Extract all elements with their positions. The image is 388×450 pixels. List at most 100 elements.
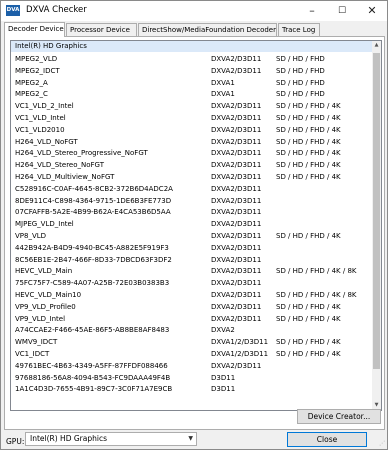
api-version: DXVA2/D3D11 (211, 267, 262, 276)
resolution-support: SD / HD / FHD / 4K / 8K (276, 267, 357, 276)
table-row[interactable]: VC1_VLD2010 DXVA2/D3D11 SD / HD / FHD / 4K (11, 125, 373, 137)
gpu-select[interactable]: Intel(R) HD Graphics ▼ (25, 432, 197, 446)
api-version: DXVA2/D3D11 (211, 125, 262, 134)
table-row[interactable]: MJPEG_VLD_Intel DXVA2/D3D11 (11, 219, 373, 231)
table-row[interactable]: VC1_IDCT DXVA1/2/D3D11 SD / HD / FHD / 4K (11, 349, 373, 361)
api-version: DXVA2/D3D11 (211, 361, 262, 370)
table-row[interactable]: WMV9_IDCT DXVA1/2/D3D11 SD / HD / FHD / 4K (11, 337, 373, 349)
resolution-support: SD / HD / FHD / 4K (276, 302, 341, 311)
table-row[interactable]: H264_VLD_NoFGT DXVA2/D3D11 SD / HD / FHD /… (11, 137, 373, 149)
table-row[interactable]: 75FC75F7-C589-4A07-A25B-72E03B0383B3 DXVA… (11, 278, 373, 290)
table-row[interactable]: A74CCAE2-F466-45AE-86F5-AB8BE8AF8483 DXVA… (11, 325, 373, 337)
table-row[interactable]: VC1_VLD_Intel DXVA2/D3D11 SD / HD / FHD / … (11, 113, 373, 125)
decoder-rows: MPEG2_VLD DXVA2/D3D11 SD / HD / FHD MPEG2_I… (11, 54, 373, 396)
resolution-support: SD / HD / FHD / 4K (276, 137, 341, 146)
decoder-name: H264_VLD_NoFGT (15, 137, 78, 146)
decoder-name: 49761BEC-4B63-4349-A5FF-87FFDF088466 (15, 361, 168, 370)
decoder-name: 97688186-56A8-4094-B543-FC9DAAA49F4B (15, 373, 171, 382)
resolution-support: SD / HD / FHD / 4K (276, 314, 341, 323)
decoder-name: VC1_VLD_Intel (15, 113, 66, 122)
tab-decoder-device[interactable]: Decoder Device (4, 22, 65, 37)
api-version: DXVA2/D3D11 (211, 255, 262, 264)
decoder-name: VP9_VLD_Profile0 (15, 302, 76, 311)
api-version: DXVA2/D3D11 (211, 196, 262, 205)
decoder-name: WMV9_IDCT (15, 338, 58, 347)
resolution-support: SD / HD / FHD (276, 90, 325, 99)
resolution-support: SD / HD / FHD / 4K / 8K (276, 290, 357, 299)
tab-processor-device[interactable]: Processor Device (66, 23, 137, 36)
table-row[interactable]: VP9_VLD_Intel DXVA2/D3D11 SD / HD / FHD / … (11, 314, 373, 326)
resize-grip-icon[interactable]: ⋰ (379, 440, 385, 447)
resolution-support: SD / HD / FHD (276, 66, 325, 75)
close-button[interactable]: Close (287, 432, 367, 447)
decoder-name: VC1_IDCT (15, 349, 50, 358)
maximize-button[interactable]: ☐ (327, 1, 357, 21)
decoder-name: MPEG2_VLD (15, 55, 58, 63)
table-row[interactable]: H264_VLD_Stereo_NoFGT DXVA2/D3D11 SD / HD … (11, 160, 373, 172)
table-row[interactable]: VC1_VLD_2_Intel DXVA2/D3D11 SD / HD / FHD … (11, 101, 373, 113)
scrollbar-thumb[interactable] (373, 53, 380, 369)
decoder-name: 75FC75F7-C589-4A07-A25B-72E03B0383B3 (15, 279, 170, 288)
gpu-select-value: Intel(R) HD Graphics (30, 434, 107, 443)
resolution-support: SD / HD / FHD / 4K (276, 231, 341, 240)
table-row[interactable]: MPEG2_IDCT DXVA2/D3D11 SD / HD / FHD (11, 66, 373, 78)
table-row[interactable]: 442B942A-B4D9-4940-BC45-A882E5F919F3 DXVA… (11, 243, 373, 255)
api-version: DXVA1/2/D3D11 (211, 349, 269, 358)
decoder-name: VC1_VLD2010 (15, 125, 65, 134)
resolution-support: SD / HD / FHD (276, 78, 325, 87)
vertical-scrollbar[interactable]: ▲ ▼ (372, 41, 381, 410)
table-row[interactable]: MPEG2_VLD DXVA2/D3D11 SD / HD / FHD (11, 54, 373, 66)
decoder-name: H264_VLD_Stereo_NoFGT (15, 161, 105, 170)
decoder-name: MPEG2_C (15, 90, 48, 99)
decoder-device-panel: Intel(R) HD Graphics MPEG2_VLD DXVA2/D3D1… (4, 36, 385, 430)
api-version: DXVA2/D3D11 (211, 55, 262, 63)
device-creator-button[interactable]: Device Creator... (297, 409, 381, 424)
table-row[interactable]: VP8_VLD DXVA2/D3D11 SD / HD / FHD / 4K (11, 231, 373, 243)
close-window-button[interactable]: ✕ (357, 1, 387, 21)
table-row[interactable]: 1A1C4D3D-7655-4B91-89C7-3C0F71A7E9CB D3D1… (11, 384, 373, 396)
chevron-down-icon: ▼ (188, 435, 193, 442)
decoder-list[interactable]: Intel(R) HD Graphics MPEG2_VLD DXVA2/D3D1… (10, 40, 382, 411)
group-header: Intel(R) HD Graphics (11, 41, 373, 52)
window-title: DXVA Checker (26, 5, 87, 15)
resolution-support: SD / HD / FHD / 4K (276, 149, 341, 158)
decoder-name: 1A1C4D3D-7655-4B91-89C7-3C0F71A7E9CB (15, 385, 173, 394)
decoder-name: H264_VLD_Stereo_Progressive_NoFGT (15, 149, 148, 158)
api-version: DXVA2/D3D11 (211, 279, 262, 288)
table-row[interactable]: MPEG2_C DXVA1 SD / HD / FHD (11, 89, 373, 101)
decoder-name: 442B942A-B4D9-4940-BC45-A882E5F919F3 (15, 243, 169, 252)
minimize-button[interactable]: – (297, 1, 327, 21)
gpu-label: GPU: (6, 437, 25, 446)
api-version: DXVA1 (211, 90, 235, 99)
decoder-name: VP8_VLD (15, 231, 47, 240)
resolution-support: SD / HD / FHD / 4K (276, 113, 341, 122)
api-version: DXVA2/D3D11 (211, 302, 262, 311)
table-row[interactable]: 97688186-56A8-4094-B543-FC9DAAA49F4B D3D1… (11, 373, 373, 385)
decoder-name: A74CCAE2-F466-45AE-86F5-AB8BE8AF8483 (15, 326, 170, 335)
tab-directshow-mediafoundation-decoder[interactable]: DirectShow/MediaFoundation Decoder (138, 23, 277, 36)
decoder-name: C528916C-C0AF-4645-8CB2-372B6D4ADC2A (15, 184, 173, 193)
table-row[interactable]: 49761BEC-4B63-4349-A5FF-87FFDF088466 DXVA… (11, 361, 373, 373)
api-version: DXVA1 (211, 78, 235, 87)
table-row[interactable]: H264_VLD_Stereo_Progressive_NoFGT DXVA2/D… (11, 148, 373, 160)
table-row[interactable]: H264_VLD_Multiview_NoFGT DXVA2/D3D11 SD / … (11, 172, 373, 184)
scroll-up-arrow-icon[interactable]: ▲ (372, 41, 381, 50)
resolution-support: SD / HD / FHD / 4K (276, 338, 341, 347)
decoder-name: MPEG2_A (15, 78, 48, 87)
table-row[interactable]: MPEG2_A DXVA1 SD / HD / FHD (11, 78, 373, 90)
resolution-support: SD / HD / FHD / 4K (276, 349, 341, 358)
table-row[interactable]: VP9_VLD_Profile0 DXVA2/D3D11 SD / HD / FHD… (11, 302, 373, 314)
table-row[interactable]: HEVC_VLD_Main10 DXVA2/D3D11 SD / HD / FHD … (11, 290, 373, 302)
decoder-name: H264_VLD_Multiview_NoFGT (15, 172, 115, 181)
api-version: DXVA2/D3D11 (211, 149, 262, 158)
tab-trace-log[interactable]: Trace Log (278, 23, 320, 36)
table-row[interactable]: HEVC_VLD_Main DXVA2/D3D11 SD / HD / FHD / … (11, 266, 373, 278)
api-version: DXVA2 (211, 326, 235, 335)
decoder-name: VP9_VLD_Intel (15, 314, 66, 323)
table-row[interactable]: 8DE911C4-C898-4364-9715-1DE6B3FE773D DXVA… (11, 196, 373, 208)
table-row[interactable]: C528916C-C0AF-4645-8CB2-372B6D4ADC2A DXVA… (11, 184, 373, 196)
table-row[interactable]: 8C56EB1E-2B47-466F-8D33-7DBCD63F3DF2 DXVA… (11, 255, 373, 267)
decoder-name: HEVC_VLD_Main10 (15, 290, 82, 299)
table-row[interactable]: 07CFAFFB-5A2E-4B99-B62A-E4CA53B6D5AA DXVA… (11, 207, 373, 219)
title-bar[interactable]: DVA DXVA Checker – ☐ ✕ (1, 1, 387, 21)
